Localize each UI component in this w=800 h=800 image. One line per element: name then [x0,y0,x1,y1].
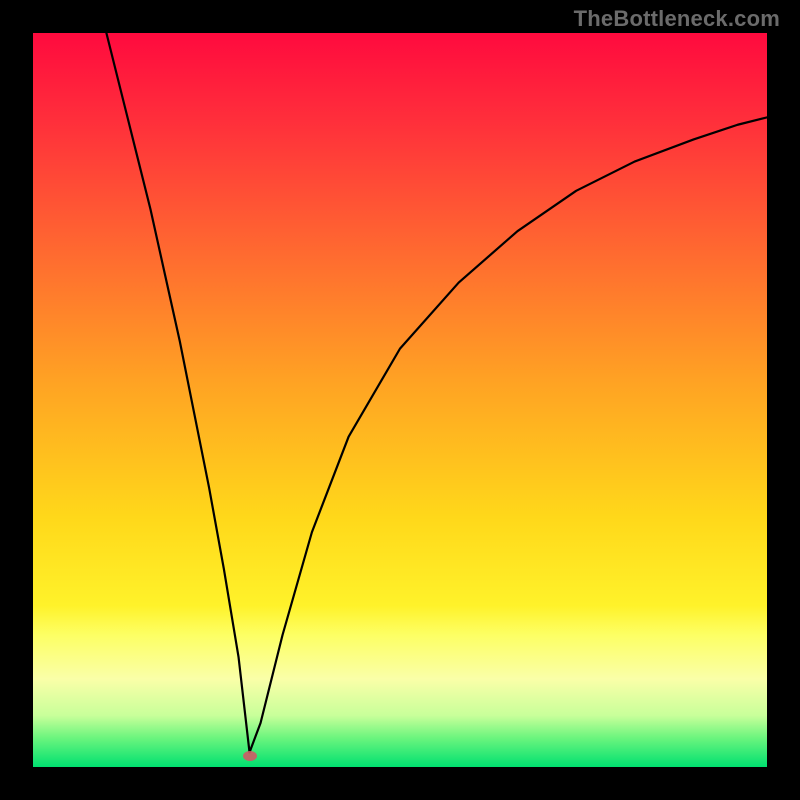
bottleneck-curve [33,33,767,767]
optimal-marker [243,751,257,761]
chart-frame: TheBottleneck.com [0,0,800,800]
plot-area [33,33,767,767]
watermark-label: TheBottleneck.com [574,6,780,32]
